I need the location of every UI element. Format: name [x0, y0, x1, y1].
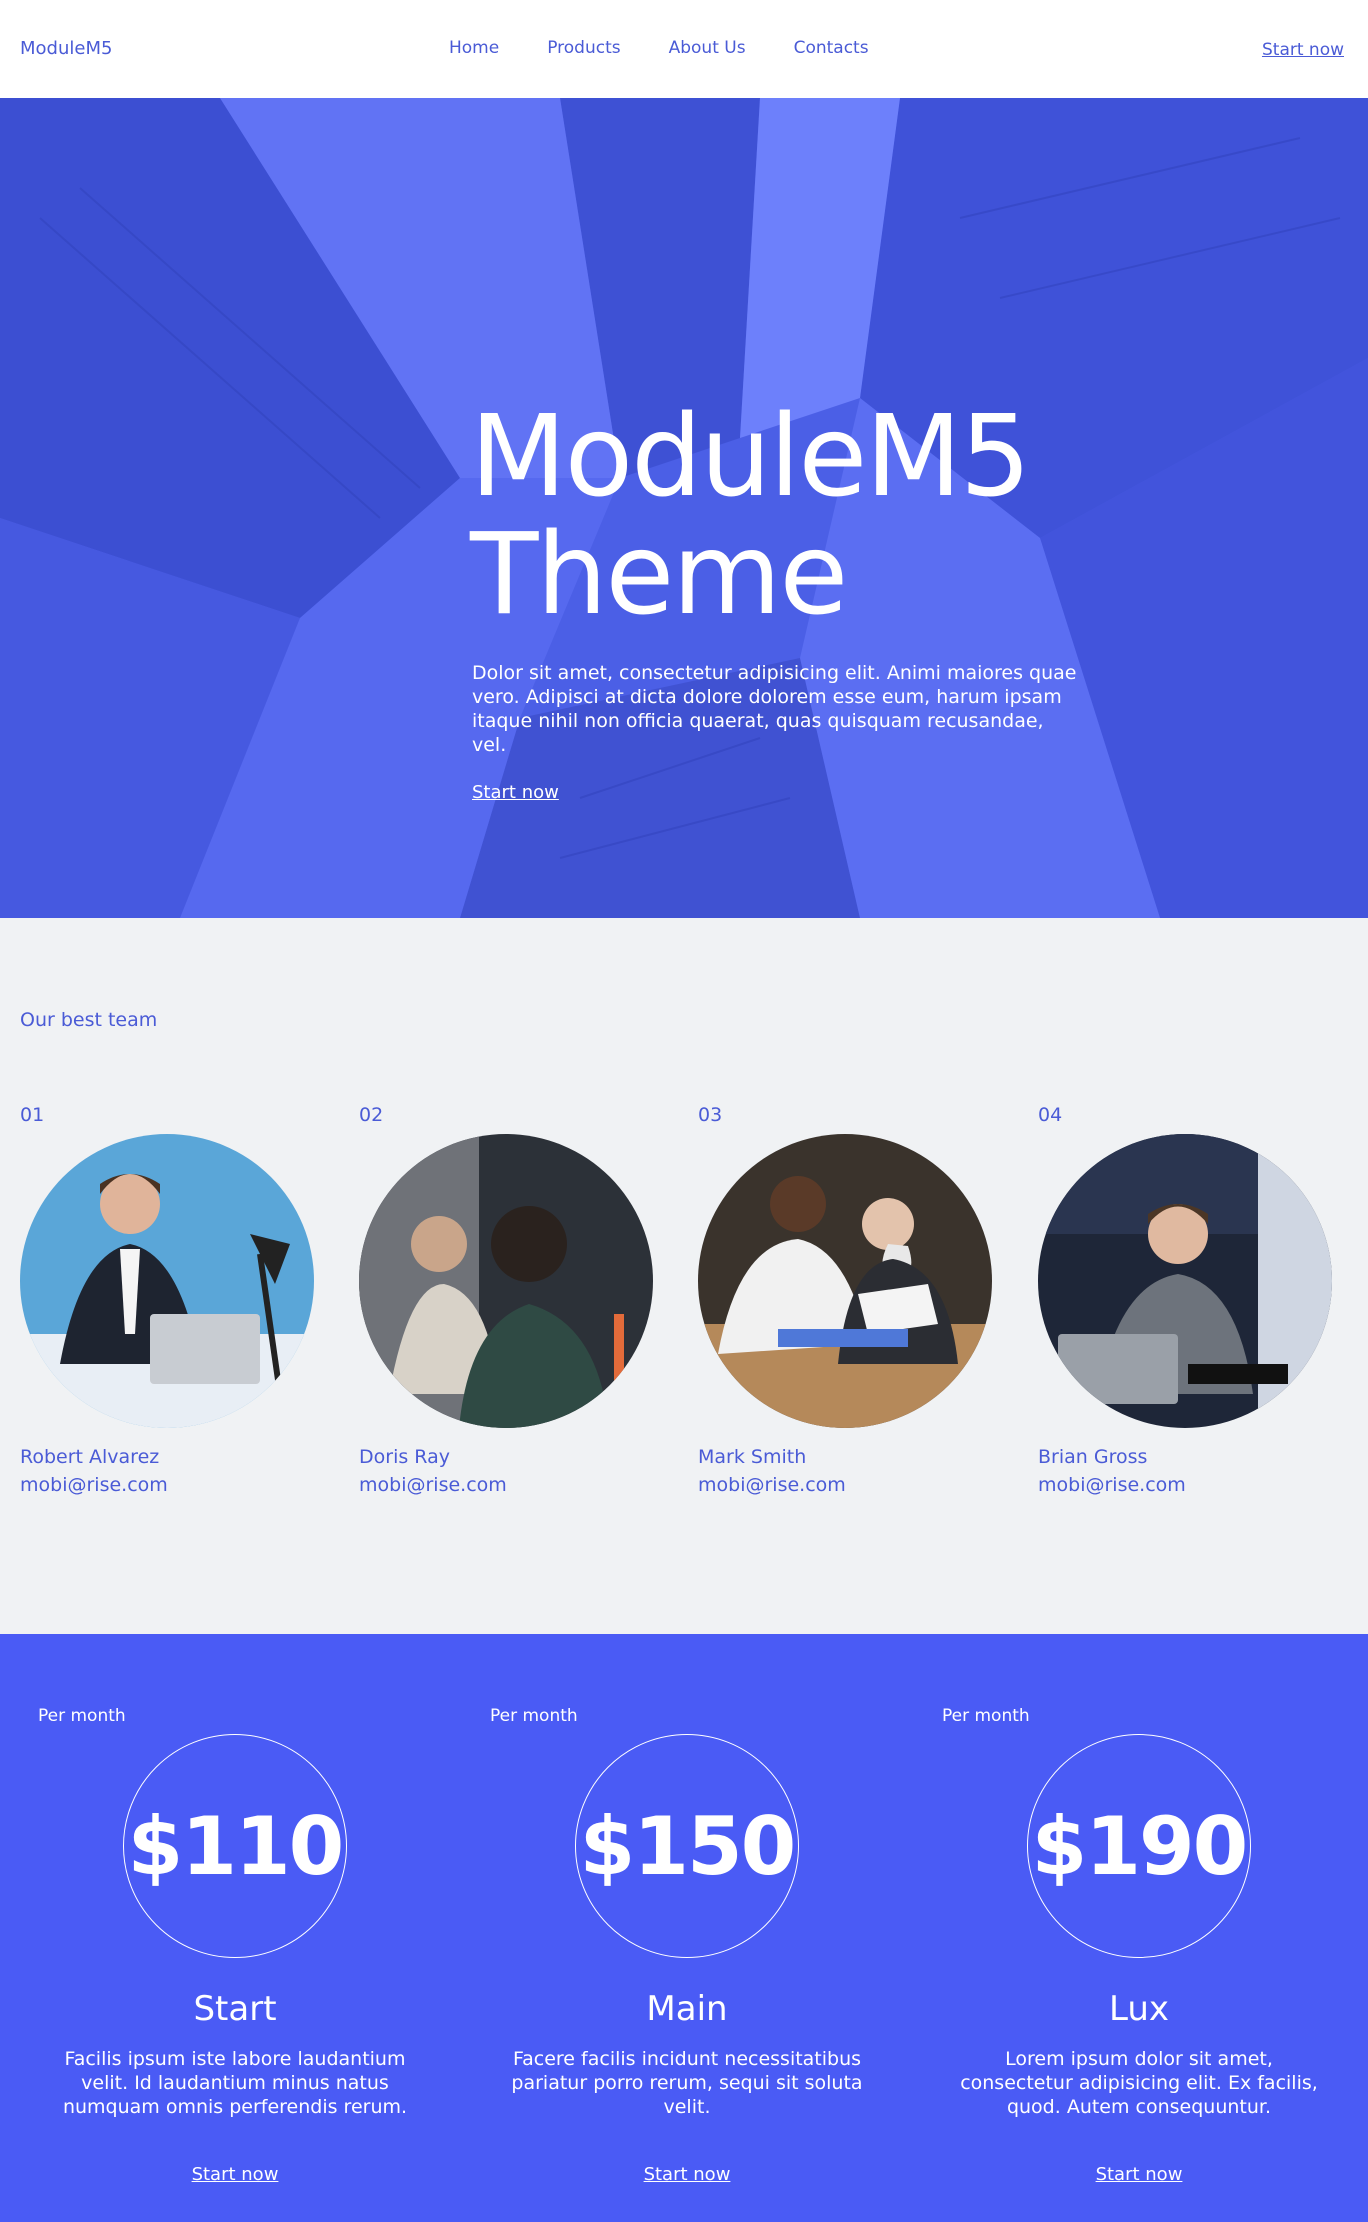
pricing-section: Per month $110 Start Facilis ipsum iste …: [0, 1634, 1368, 2222]
plan-price: $150: [579, 1799, 797, 1893]
team-heading: Our best team: [20, 1009, 158, 1031]
nav-products[interactable]: Products: [547, 38, 620, 58]
plan-period: Per month: [490, 1706, 578, 1726]
plan-description: Facere facilis incidunt necessitatibus p…: [511, 2048, 863, 2118]
hero-description: Dolor sit amet, consectetur adipisicing …: [472, 662, 1077, 756]
plan-start-now-link[interactable]: Start now: [18, 2164, 452, 2185]
hero-title-line-1: ModuleM5: [470, 392, 1031, 522]
team-section: Our best team 01 Robert Alvarez mobi@ris…: [0, 918, 1368, 1634]
plan-price: $190: [1031, 1799, 1249, 1893]
member-email[interactable]: mobi@rise.com: [20, 1474, 320, 1496]
plan-price: $110: [127, 1799, 345, 1893]
plan-name: Start: [193, 1989, 277, 2029]
plan-period: Per month: [942, 1706, 1030, 1726]
member-name: Brian Gross: [1038, 1446, 1148, 1468]
member-email[interactable]: mobi@rise.com: [1038, 1474, 1338, 1496]
plan-start-now-link[interactable]: Start now: [470, 2164, 904, 2185]
pricing-plan-start: Per month $110 Start Facilis ipsum iste …: [18, 1634, 470, 2222]
member-name: Doris Ray: [359, 1446, 450, 1468]
plan-period: Per month: [38, 1706, 126, 1726]
member-email[interactable]: mobi@rise.com: [698, 1474, 998, 1496]
team-member-card: 02 Doris Ray mobi@rise.com: [359, 1104, 659, 1496]
hero-title: ModuleM5 Theme: [470, 392, 1031, 640]
price-circle: $110: [123, 1734, 347, 1958]
plan-name: Lux: [1108, 1989, 1169, 2029]
plan-start-now-link[interactable]: Start now: [922, 2164, 1356, 2185]
member-photo: [1038, 1134, 1332, 1428]
price-circle: $150: [575, 1734, 799, 1958]
main-nav: Home Products About Us Contacts: [449, 38, 869, 58]
team-member-card: 04 Brian Gross mobi@rise.com: [1038, 1104, 1338, 1496]
member-photo: [359, 1134, 653, 1428]
member-number: 02: [359, 1104, 384, 1126]
plan-description: Facilis ipsum iste labore laudantium vel…: [62, 2048, 408, 2118]
nav-contacts[interactable]: Contacts: [794, 38, 869, 58]
team-member-card: 03 Mark Smith mobi@rise.com: [698, 1104, 998, 1496]
member-name: Mark Smith: [698, 1446, 807, 1468]
price-circle: $190: [1027, 1734, 1251, 1958]
member-name: Robert Alvarez: [20, 1446, 160, 1468]
member-number: 04: [1038, 1104, 1063, 1126]
member-email[interactable]: mobi@rise.com: [359, 1474, 659, 1496]
pricing-plan-main: Per month $150 Main Facere facilis incid…: [470, 1634, 922, 2222]
header-start-now-link[interactable]: Start now: [1262, 40, 1344, 60]
pricing-plan-lux: Per month $190 Lux Lorem ipsum dolor sit…: [922, 1634, 1368, 2222]
member-number: 01: [20, 1104, 45, 1126]
site-header: ModuleM5 Home Products About Us Contacts…: [0, 0, 1368, 98]
logo[interactable]: ModuleM5: [20, 38, 112, 59]
member-photo: [20, 1134, 314, 1428]
member-number: 03: [698, 1104, 723, 1126]
nav-home[interactable]: Home: [449, 38, 499, 58]
member-photo: [698, 1134, 992, 1428]
plan-description: Lorem ipsum dolor sit amet, consectetur …: [960, 2048, 1318, 2118]
hero-title-line-2: Theme: [470, 510, 848, 640]
plan-name: Main: [646, 1989, 728, 2029]
hero-section: ModuleM5 Theme Dolor sit amet, consectet…: [0, 98, 1368, 918]
nav-about-us[interactable]: About Us: [669, 38, 746, 58]
team-member-card: 01 Robert Alvarez mobi@rise.com: [20, 1104, 320, 1496]
hero-start-now-link[interactable]: Start now: [472, 782, 559, 803]
